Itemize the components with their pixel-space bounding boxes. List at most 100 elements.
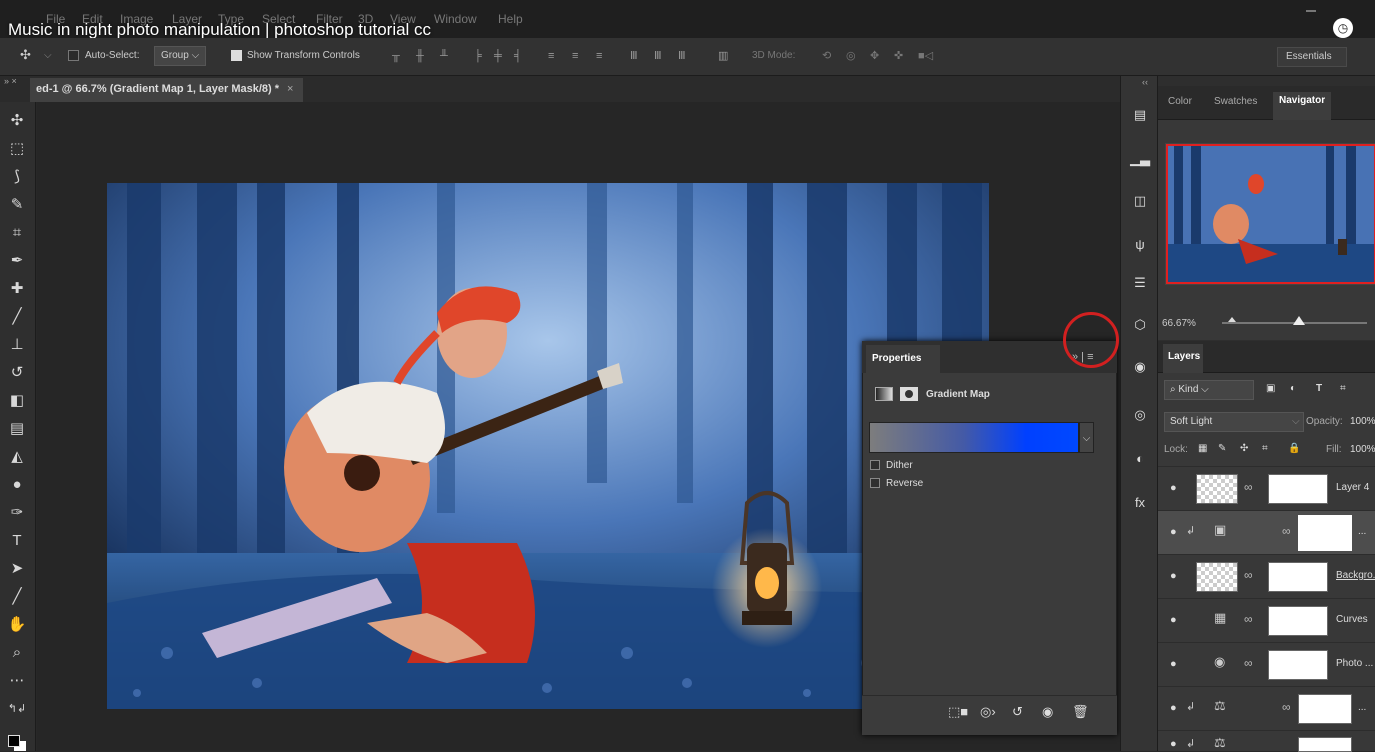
minimize-icon[interactable] xyxy=(1306,10,1316,12)
properties-tab[interactable]: Properties xyxy=(866,345,940,373)
close-tab-icon[interactable]: × xyxy=(287,83,293,95)
swap-colors-icon[interactable]: ↰↲ xyxy=(6,698,28,720)
auto-align-icon[interactable]: ▥ xyxy=(718,49,730,63)
auto-select-checkbox[interactable] xyxy=(68,50,79,61)
type-tool-icon[interactable]: T xyxy=(6,530,28,552)
visibility-eye-icon[interactable]: ● xyxy=(1170,703,1180,714)
dither-checkbox[interactable] xyxy=(870,460,880,470)
align-vcenter-icon[interactable]: ╫ xyxy=(416,49,428,63)
align-top-icon[interactable]: ╥ xyxy=(392,49,404,63)
tab-swatches[interactable]: Swatches xyxy=(1214,96,1257,107)
layer-row[interactable]: ● ↲ ⚖ xyxy=(1158,730,1375,752)
layer-filter-kind[interactable]: ⌕ Kind ⌵ xyxy=(1164,380,1254,400)
histogram-icon[interactable]: ▁▃ xyxy=(1129,148,1151,170)
healing-brush-icon[interactable]: ✚ xyxy=(6,278,28,300)
hand-tool-icon[interactable]: ✋ xyxy=(6,614,28,636)
filter-pixel-icon[interactable]: ▣ xyxy=(1266,383,1275,394)
eyedropper-tool-icon[interactable]: ✒ xyxy=(6,250,28,272)
marquee-tool-icon[interactable]: ⬚ xyxy=(6,138,28,160)
channels-sliders-icon[interactable]: ☰ xyxy=(1129,272,1151,294)
adjustments-icon[interactable]: ◉ xyxy=(1129,356,1151,378)
layer-mask-thumbnail[interactable] xyxy=(1268,650,1328,680)
lasso-tool-icon[interactable]: ⟆ xyxy=(6,166,28,188)
layer-row[interactable]: ● ∞ Backgro... xyxy=(1158,554,1375,598)
reverse-checkbox[interactable] xyxy=(870,478,880,488)
brush-tool-icon[interactable]: ╱ xyxy=(6,306,28,328)
history-brush-icon[interactable]: ↺ xyxy=(6,362,28,384)
3d-scale-icon[interactable]: ■◁ xyxy=(918,49,933,63)
zoom-slider-thumb[interactable] xyxy=(1293,316,1305,325)
3d-slide-icon[interactable]: ✜ xyxy=(894,49,906,63)
view-previous-state-icon[interactable]: ◎› xyxy=(980,704,996,720)
3d-pan-icon[interactable]: ✥ xyxy=(870,49,882,63)
3d-rotate-icon[interactable]: ⟲ xyxy=(822,49,834,63)
filter-adjustment-icon[interactable]: ◐ xyxy=(1290,383,1296,394)
layer-row[interactable]: ● ↲ ⚖ ∞ ... xyxy=(1158,686,1375,730)
visibility-eye-icon[interactable]: ● xyxy=(1170,483,1180,494)
layer-name[interactable]: Backgro... xyxy=(1336,570,1375,581)
brush-settings-icon[interactable]: ◫ xyxy=(1129,190,1151,212)
fx-icon[interactable]: fx xyxy=(1129,492,1151,514)
tab-layers[interactable]: Layers xyxy=(1163,344,1203,373)
show-transform-checkbox[interactable] xyxy=(231,50,242,61)
gradient-tool-icon[interactable]: ▤ xyxy=(6,418,28,440)
lock-position-icon[interactable]: ✣ xyxy=(1240,443,1248,454)
layer-mask-thumbnail[interactable] xyxy=(1268,474,1328,504)
layer-name[interactable]: Layer 4 xyxy=(1336,482,1369,493)
layer-mask-thumbnail[interactable] xyxy=(1268,562,1328,592)
blend-mode-dropdown[interactable]: Soft Light xyxy=(1164,412,1304,432)
visibility-eye-icon[interactable]: ● xyxy=(1170,615,1180,626)
artwork-canvas[interactable] xyxy=(107,183,989,709)
lock-image-icon[interactable]: ✎ xyxy=(1218,443,1226,454)
clone-stamp-icon[interactable]: ⊥ xyxy=(6,334,28,356)
foreground-color-swatch[interactable] xyxy=(8,735,20,747)
path-select-icon[interactable]: ➤ xyxy=(6,558,28,580)
menu-help[interactable]: Help xyxy=(498,12,523,26)
gradient-dropdown-icon[interactable]: ⌵ xyxy=(1079,422,1094,453)
document-tab[interactable]: ed-1 @ 66.7% (Gradient Map 1, Layer Mask… xyxy=(30,78,304,102)
layer-mask-thumbnail[interactable] xyxy=(1298,515,1352,551)
layer-mask-thumbnail[interactable] xyxy=(1298,694,1352,724)
history-icon[interactable]: ▤ xyxy=(1129,104,1151,126)
3d-cube-icon[interactable]: ⬡ xyxy=(1129,314,1151,336)
align-hcenter-icon[interactable]: ╪ xyxy=(494,49,506,63)
distribute-hcenter-icon[interactable]: Ⅲ xyxy=(654,49,666,63)
distribute-top-icon[interactable]: ≡ xyxy=(548,49,560,63)
quick-select-tool-icon[interactable]: ✎ xyxy=(6,194,28,216)
layer-name[interactable]: Curves xyxy=(1336,614,1368,625)
3d-roll-icon[interactable]: ◎ xyxy=(846,49,858,63)
dodge-tool-icon[interactable]: ● xyxy=(6,474,28,496)
link-icon[interactable]: ∞ xyxy=(1244,480,1253,494)
layer-row-selected[interactable]: ● ↲ ▣ ∞ ... xyxy=(1158,510,1375,554)
channels-icon[interactable]: ◎ xyxy=(1129,404,1151,426)
layer-mask-thumbnail[interactable] xyxy=(1268,606,1328,636)
opacity-value[interactable]: 100% xyxy=(1350,416,1375,427)
gradient-map-dock-icon[interactable]: ◐ xyxy=(1129,448,1151,470)
tab-color[interactable]: Color xyxy=(1168,96,1192,107)
visibility-eye-icon[interactable]: ◉ xyxy=(1042,704,1053,720)
fill-value[interactable]: 100% xyxy=(1350,444,1375,455)
lock-artboard-icon[interactable]: ⌗ xyxy=(1262,443,1268,454)
lock-all-icon[interactable]: 🔒 xyxy=(1288,443,1300,454)
filter-type-icon[interactable]: T xyxy=(1316,383,1322,394)
more-tools-icon[interactable]: ⋯ xyxy=(6,670,28,692)
align-right-icon[interactable]: ╡ xyxy=(514,49,526,63)
link-icon[interactable]: ∞ xyxy=(1282,524,1291,538)
layer-row[interactable]: ● ◉ ∞ Photo ... xyxy=(1158,642,1375,686)
layer-name[interactable]: ... xyxy=(1358,702,1366,713)
delete-icon[interactable]: 🗑 xyxy=(1072,704,1089,720)
workspace-switcher[interactable]: Essentials xyxy=(1277,47,1347,67)
gradient-picker[interactable] xyxy=(869,422,1079,453)
move-tool-icon[interactable]: ✣ xyxy=(6,110,28,132)
brush-presets-icon[interactable]: ψ xyxy=(1129,234,1151,256)
visibility-eye-icon[interactable]: ● xyxy=(1170,659,1180,670)
visibility-eye-icon[interactable]: ● xyxy=(1170,739,1180,750)
link-icon[interactable]: ∞ xyxy=(1244,612,1253,626)
watch-later-icon[interactable]: ◷ xyxy=(1333,18,1353,38)
gradient-map-icon[interactable] xyxy=(875,387,893,401)
clip-to-layer-icon[interactable]: ⬚■ xyxy=(948,704,968,720)
zoom-tool-icon[interactable]: ⌕ xyxy=(6,642,28,664)
distribute-left-icon[interactable]: Ⅲ xyxy=(630,49,642,63)
dock-collapse[interactable]: ‹‹ xyxy=(1142,77,1148,87)
lock-transparent-icon[interactable]: ▦ xyxy=(1198,443,1207,454)
